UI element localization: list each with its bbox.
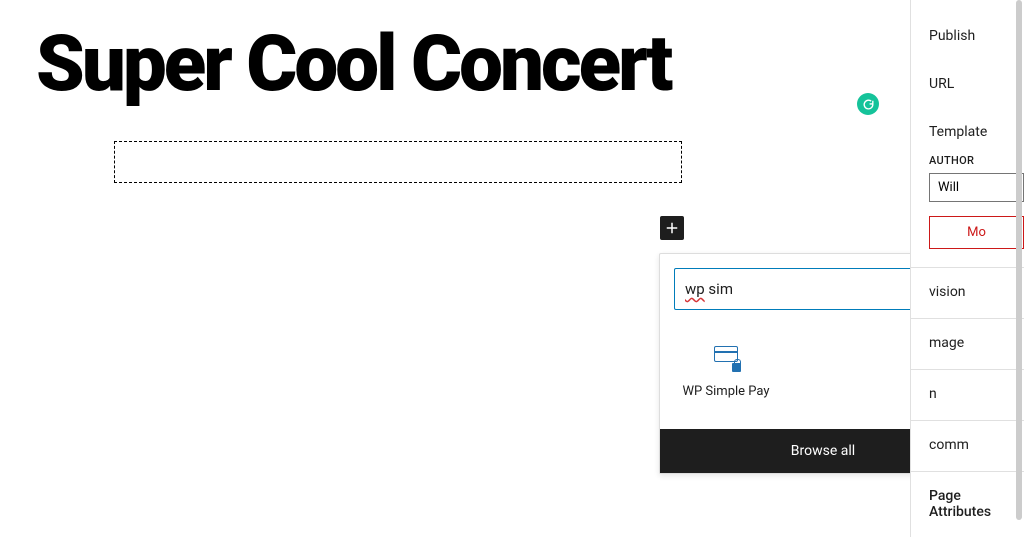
sidebar-url[interactable]: URL (911, 76, 1024, 92)
sidebar-discussion[interactable]: comm (911, 420, 1024, 453)
search-text: wp sim (685, 280, 943, 298)
block-result-wp-simple-pay[interactable]: WP Simple Pay (674, 334, 778, 411)
sidebar-page-attributes[interactable]: Page Attributes (911, 471, 1024, 520)
add-block-button[interactable] (660, 216, 684, 240)
grammarly-icon[interactable] (857, 93, 879, 115)
block-result-label: WP Simple Pay (678, 384, 774, 399)
sidebar-publish[interactable]: Publish (911, 28, 1024, 44)
post-title[interactable]: Super Cool Concert (36, 28, 670, 102)
settings-sidebar: Publish URL Template AUTHOR Will Mo visi… (910, 0, 1024, 537)
author-select[interactable]: Will (929, 173, 1024, 202)
move-to-trash-button[interactable]: Mo (929, 216, 1024, 249)
sidebar-template[interactable]: Template (911, 124, 1024, 140)
wp-simple-pay-icon (714, 346, 738, 370)
empty-paragraph-block[interactable] (114, 141, 682, 183)
editor-canvas: Super Cool Concert wp sim ✕ WP Simple Pa… (0, 0, 910, 537)
scrollbar[interactable] (1016, 0, 1022, 520)
sidebar-author-heading: AUTHOR (911, 154, 1024, 167)
sidebar-revisions[interactable]: vision (911, 267, 1024, 300)
sidebar-featured-image[interactable]: mage (911, 318, 1024, 351)
sidebar-excerpt[interactable]: n (911, 369, 1024, 402)
